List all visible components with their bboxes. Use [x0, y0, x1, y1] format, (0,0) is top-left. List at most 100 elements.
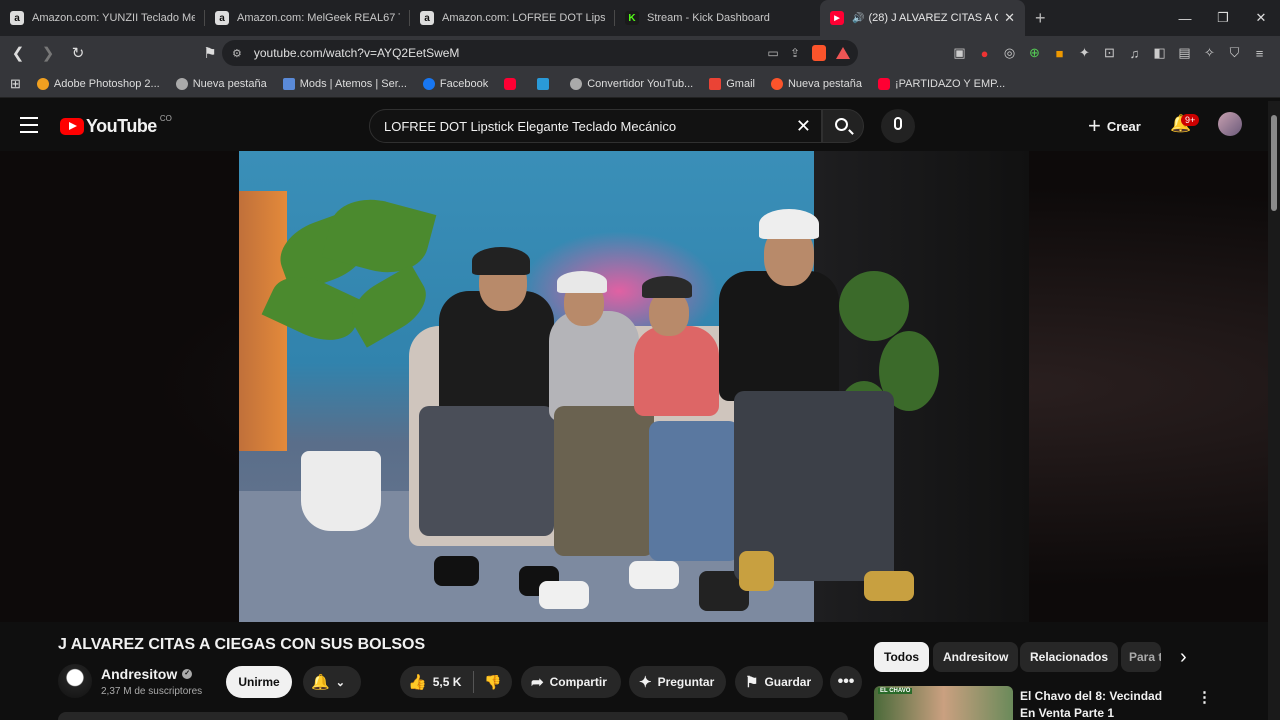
recommended-thumbnail[interactable]: EL CHAVO	[874, 686, 1013, 720]
restore-button[interactable]: ❐	[1204, 10, 1242, 26]
extensions-area: ▣ ● ◎ ⊕ ■ ✦ ⊡ ♫ ◧ ▤ ✧ ⛉ ≡	[947, 36, 1272, 70]
brave-icon	[770, 77, 783, 90]
cast-icon[interactable]: ▭	[762, 46, 784, 60]
thumbs-up-icon[interactable]: 👍	[408, 673, 427, 691]
browser-tab[interactable]: aAmazon.com: MelGeek REAL67 Tecla	[205, 0, 410, 36]
extension-icon[interactable]: ⊕	[1022, 45, 1047, 61]
browser-tab[interactable]: aAmazon.com: YUNZII Teclado Mecán	[0, 0, 205, 36]
search-button[interactable]	[822, 109, 864, 143]
vpn-icon[interactable]: ⛉	[1222, 45, 1247, 61]
apps-icon[interactable]: ⊞	[10, 76, 21, 92]
share-icon[interactable]: ⇪	[784, 46, 806, 60]
close-tab-icon[interactable]: ✕	[1004, 10, 1015, 26]
chevron-right-icon[interactable]: ›	[1180, 646, 1187, 669]
reload-button[interactable]: ↻	[66, 44, 90, 62]
menu-hamburger-icon[interactable]	[20, 117, 38, 138]
create-button[interactable]: + Crear	[1088, 109, 1141, 143]
thumbs-down-icon[interactable]: 👎	[484, 674, 501, 691]
chip-for-you[interactable]: Para ti	[1121, 642, 1161, 672]
puzzle-icon[interactable]: ✦	[1072, 45, 1097, 61]
bookmark-item[interactable]	[537, 77, 554, 90]
clear-search-icon[interactable]: ✕	[796, 116, 811, 137]
account-avatar[interactable]	[1218, 112, 1242, 136]
site-settings-icon[interactable]: ⚙	[232, 47, 242, 60]
subscription-bell-button[interactable]: 🔔 ⌄	[303, 666, 361, 698]
extension-icon[interactable]: ●	[972, 46, 997, 61]
bookmark-item[interactable]: Adobe Photoshop 2...	[36, 77, 160, 90]
recommended-title[interactable]: El Chavo del 8: Vecindad En Venta Parte …	[1020, 688, 1180, 720]
bookmark-item[interactable]: Mods | Atemos | Ser...	[282, 77, 407, 90]
bookmark-icon: ⚑	[745, 674, 759, 691]
search-input[interactable]: LOFREE DOT Lipstick Elegante Teclado Mec…	[369, 109, 822, 143]
forward-button[interactable]: ❯	[36, 44, 60, 62]
share-arrow-icon: ➦	[531, 674, 544, 691]
youtube-icon	[504, 77, 517, 90]
screenshot-icon[interactable]: ⊡	[1097, 45, 1122, 61]
address-bar[interactable]: ⚙ youtube.com/watch?v=AYQ2EetSweM ▭ ⇪	[222, 40, 858, 66]
bookmark-item[interactable]: Nueva pestaña	[175, 77, 267, 90]
bell-icon: 🔔	[311, 674, 330, 691]
bookmark-item[interactable]: Convertidor YouTub...	[570, 77, 693, 90]
bookmark-icon[interactable]: ⚑	[198, 44, 222, 62]
video-frame[interactable]	[239, 151, 1029, 622]
extension-icon[interactable]: ■	[1047, 46, 1072, 61]
more-horizontal-icon: •••	[837, 673, 855, 690]
more-vertical-icon[interactable]: ⋮	[1197, 688, 1212, 706]
more-actions-button[interactable]: •••	[830, 666, 862, 698]
new-tab-button[interactable]: +	[1035, 8, 1046, 29]
bookmark-item[interactable]: Gmail	[709, 77, 755, 90]
navigation-bar: ❮ ❯ ↻ ⚑ ⚙ youtube.com/watch?v=AYQ2EetSwe…	[0, 36, 1280, 70]
back-button[interactable]: ❮	[6, 44, 30, 62]
browser-tab[interactable]: aAmazon.com: LOFREE DOT Lipstick E	[410, 0, 615, 36]
youtube-logo[interactable]: YouTube CO	[60, 114, 172, 137]
plus-icon: +	[1088, 113, 1101, 138]
brave-shields-icon[interactable]	[812, 45, 826, 61]
video-title: J ALVAREZ CITAS A CIEGAS CON SUS BOLSOS	[58, 636, 426, 653]
verified-icon: ✓	[182, 669, 193, 679]
page-scrollbar[interactable]	[1268, 101, 1280, 720]
brave-rewards-icon[interactable]	[836, 47, 850, 59]
browser-tab-active[interactable]: ▶🔊(28) J ALVAREZ CITAS A CIEGA✕	[820, 0, 1025, 36]
browser-tab[interactable]: K Stream - Kick Dashboard	[615, 0, 820, 36]
chip-related[interactable]: Relacionados	[1020, 642, 1119, 672]
description-box[interactable]	[58, 712, 848, 720]
chip-channel[interactable]: Andresitow	[933, 642, 1019, 672]
sidebar-icon[interactable]: ◧	[1147, 45, 1172, 61]
channel-name[interactable]: Andresitow ✓	[101, 666, 193, 682]
share-button[interactable]: ➦ Compartir	[521, 666, 621, 698]
atemos-icon	[282, 77, 295, 90]
chip-todos[interactable]: Todos	[874, 642, 930, 672]
ask-button[interactable]: ✦ Preguntar	[629, 666, 726, 698]
sparkle-icon: ✦	[639, 674, 652, 691]
bookmarks-bar: ⊞ Adobe Photoshop 2... Nueva pestaña Mod…	[0, 70, 1280, 98]
channel-avatar[interactable]	[58, 664, 92, 698]
voice-search-button[interactable]	[881, 109, 915, 143]
microphone-icon	[894, 117, 902, 130]
bookmark-item[interactable]	[504, 77, 521, 90]
close-window-button[interactable]: ✕	[1242, 10, 1280, 26]
media-icon[interactable]: ♫	[1122, 46, 1147, 61]
subscriber-count: 2,37 M de suscriptores	[101, 686, 203, 697]
bookmark-item[interactable]: Nueva pestaña	[770, 77, 862, 90]
search-icon	[835, 118, 848, 131]
wallet-icon[interactable]: ▤	[1172, 45, 1197, 61]
minimize-button[interactable]: —	[1166, 11, 1204, 26]
amazon-icon: a	[215, 11, 229, 25]
menu-icon[interactable]: ≡	[1247, 46, 1272, 61]
youtube-play-icon	[60, 118, 84, 135]
extension-icon[interactable]: ◎	[997, 45, 1022, 61]
leo-ai-icon[interactable]: ✧	[1197, 45, 1222, 61]
bookmark-item[interactable]: ¡PARTIDAZO Y EMP...	[877, 77, 1005, 90]
youtube-icon: ▶	[830, 11, 844, 25]
youtube-header: YouTube CO LOFREE DOT Lipstick Elegante …	[0, 101, 1268, 151]
extension-icon[interactable]: ▣	[947, 45, 972, 61]
join-button[interactable]: Unirme	[226, 666, 292, 698]
photoshop-icon	[36, 77, 49, 90]
save-button[interactable]: ⚑ Guardar	[735, 666, 823, 698]
like-count[interactable]: 5,5 K	[433, 675, 462, 689]
gmail-icon	[709, 77, 722, 90]
globe-icon	[570, 77, 583, 90]
amazon-icon: a	[10, 11, 24, 25]
scrollbar-thumb[interactable]	[1271, 115, 1277, 211]
bookmark-item[interactable]: Facebook	[422, 77, 488, 90]
